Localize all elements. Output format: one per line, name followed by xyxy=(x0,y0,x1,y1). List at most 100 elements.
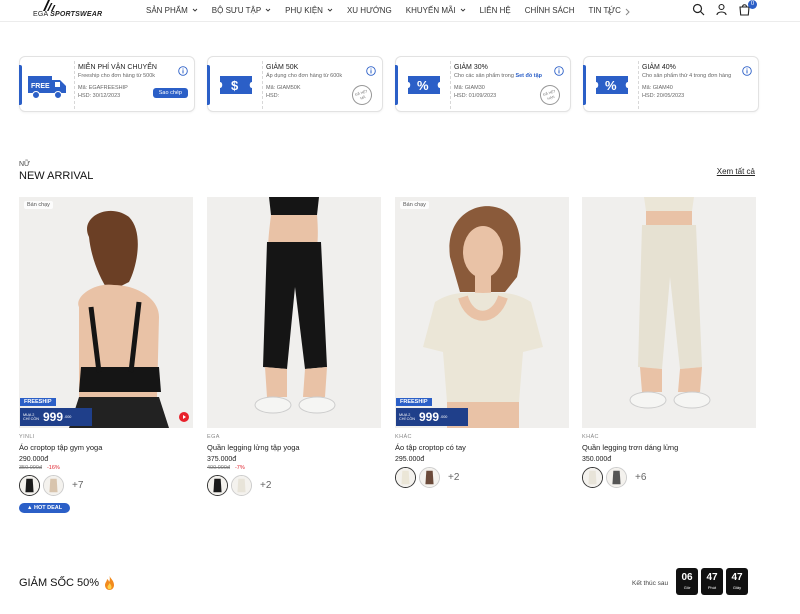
chevron-down-icon xyxy=(460,8,465,12)
product-price: 350.000đ xyxy=(582,456,612,463)
info-icon[interactable] xyxy=(178,63,188,76)
nav-item[interactable]: BỘ SƯU TẬP xyxy=(212,6,271,15)
timer-value: 06 xyxy=(681,572,693,583)
product-price: 375.000đ xyxy=(207,456,237,463)
see-all-link[interactable]: Xem tất cả xyxy=(717,167,755,176)
product-price: 290.000đ xyxy=(19,456,49,463)
timer-box: 47 Phút xyxy=(701,568,723,595)
product-name[interactable]: Áo croptop tập gym yoga xyxy=(19,443,193,452)
chevron-down-icon xyxy=(192,8,198,12)
coupon-card: FREE MIỄN PHÍ VẬN CHUYỂN Freeship cho đơn … xyxy=(19,56,195,112)
info-icon[interactable] xyxy=(366,63,376,76)
product-name[interactable]: Quần legging lửng tập yoga xyxy=(207,443,381,452)
user-icon[interactable] xyxy=(715,3,728,16)
coupon-desc: Áp dụng cho đơn hàng từ 600k xyxy=(266,73,378,79)
countdown-timer: 06 Giờ 47 Phút 47 Giây xyxy=(676,568,751,595)
product-card[interactable]: Bán chạy FREESHIP MUA 2 CHỈ CÒN 999.000 YINL… xyxy=(19,197,193,514)
more-colors-count[interactable]: +7 xyxy=(72,480,83,491)
promo-buy-label: MUA 2 CHỈ CÒN xyxy=(399,412,416,422)
product-card[interactable]: EGA Quần legging lửng tập yoga 375.000đ 400… xyxy=(207,197,381,496)
site-logo[interactable]: EGA SPORTSWEAR xyxy=(33,0,102,22)
more-colors-count[interactable]: +2 xyxy=(260,480,271,491)
color-swatch[interactable] xyxy=(419,467,440,488)
product-brand: EGA xyxy=(207,434,220,440)
promo-price-tail: .000 xyxy=(440,414,448,419)
coupon-code: Mã: GIAM40 xyxy=(642,85,673,91)
freeship-label: FREESHIP xyxy=(20,398,56,406)
section-title: NEW ARRIVAL xyxy=(19,170,94,182)
hot-deal-badge: ▲ HOT DEAL xyxy=(19,503,71,513)
promo-buy-label: MUA 2 CHỈ CÒN xyxy=(23,412,40,422)
nav-next-icon[interactable] xyxy=(622,4,632,16)
product-old-price: 400.000đ xyxy=(207,465,230,471)
product-image[interactable] xyxy=(207,197,381,428)
fire-icon xyxy=(105,576,115,590)
nav-item[interactable]: KHUYẾN MÃI xyxy=(406,6,466,15)
free-truck-icon: FREE xyxy=(26,63,70,107)
cart-count-badge: 0 xyxy=(748,0,757,9)
color-swatch[interactable] xyxy=(231,475,252,496)
promo-price-tail: .000 xyxy=(64,414,72,419)
nav-item-label: XU HƯỚNG xyxy=(346,5,392,15)
info-icon[interactable] xyxy=(554,63,564,76)
product-name[interactable]: Áo tập croptop có tay xyxy=(395,443,569,452)
color-swatch[interactable] xyxy=(582,467,603,488)
timer-value: 47 xyxy=(731,572,743,583)
product-old-price: 350.000đ xyxy=(19,465,42,471)
coupon-desc-text: Áp dụng cho đơn hàng từ 600k xyxy=(266,73,343,79)
color-swatch[interactable] xyxy=(43,475,64,496)
product-card[interactable]: Bán chạy FREESHIP MUA 2 CHỈ CÒN 999.000 KHÁC… xyxy=(395,197,569,488)
color-swatch[interactable] xyxy=(395,467,416,488)
more-colors-count[interactable]: +6 xyxy=(635,472,646,483)
coupon-title: GIẢM 30% xyxy=(454,64,488,71)
dollar-ticket-icon: $ xyxy=(214,63,258,107)
freeship-label: FREESHIP xyxy=(396,398,432,406)
product-old-price-row: 350.000đ -16% xyxy=(19,465,193,471)
coupon-desc-link[interactable]: Set đồ tập xyxy=(515,73,542,79)
nav-item[interactable]: PHỤ KIỆN xyxy=(285,6,333,15)
cart-icon[interactable]: 0 xyxy=(738,0,757,16)
play-video-icon[interactable] xyxy=(179,412,189,422)
flash-sale-title-text: GIẢM SỐC 50% xyxy=(19,577,100,589)
nav-item[interactable]: CHÍNH SÁCH xyxy=(525,6,575,15)
timer-box: 06 Giờ xyxy=(676,568,698,595)
color-swatches: +7 xyxy=(19,475,193,496)
nav-item[interactable]: XU HƯỚNG xyxy=(347,6,392,15)
product-image[interactable] xyxy=(582,197,756,428)
percent-ticket-icon: % xyxy=(590,63,634,107)
coupon-desc-text: Freeship cho đơn hàng từ 500k xyxy=(78,73,156,79)
promo-price: 999 xyxy=(43,410,64,424)
promo-price-box: MUA 2 CHỈ CÒN 999.000 xyxy=(20,408,92,426)
bestseller-badge: Bán chạy xyxy=(400,201,429,209)
product-image[interactable]: Bán chạy FREESHIP MUA 2 CHỈ CÒN 999.000 xyxy=(395,197,569,428)
coupon-title: GIẢM 50K xyxy=(266,64,299,71)
copy-code-button[interactable]: Sao chép xyxy=(152,88,188,98)
chevron-down-icon xyxy=(327,8,333,12)
color-swatch[interactable] xyxy=(606,467,627,488)
product-brand: YINLI xyxy=(19,434,35,440)
coupon-title: MIỄN PHÍ VẬN CHUYỂN xyxy=(78,64,157,71)
product-old-price-row: 400.000đ -7% xyxy=(207,465,381,471)
product-image[interactable]: Bán chạy FREESHIP MUA 2 CHỈ CÒN 999.000 xyxy=(19,197,193,428)
nav-item[interactable]: LIÊN HỆ xyxy=(480,6,511,15)
nav-item[interactable]: SẢN PHẨM xyxy=(146,6,198,15)
svg-text:$: $ xyxy=(231,78,239,93)
color-swatches: +2 xyxy=(207,475,381,496)
search-icon[interactable] xyxy=(692,3,705,16)
color-swatch[interactable] xyxy=(207,475,228,496)
product-brand: KHÁC xyxy=(395,434,412,440)
nav-prev-icon[interactable] xyxy=(605,4,615,16)
coupon-card: $ GIẢM 50K Áp dụng cho đơn hàng từ 600k Mã:… xyxy=(207,56,383,112)
coupon-desc: Freeship cho đơn hàng từ 500k xyxy=(78,73,190,79)
info-icon[interactable] xyxy=(742,63,752,76)
coupon-desc-text: Cho sản phẩm thứ 4 trong đơn hàng xyxy=(642,73,732,79)
more-colors-count[interactable]: +2 xyxy=(448,472,459,483)
coupon-separator xyxy=(262,61,263,109)
timer-unit: Giây xyxy=(732,585,742,590)
product-name[interactable]: Quần legging trơn dáng lửng xyxy=(582,443,756,452)
timer-box: 47 Giây xyxy=(726,568,748,595)
promo-price-tag: FREESHIP MUA 2 CHỈ CÒN 999.000 xyxy=(396,398,468,426)
color-swatch[interactable] xyxy=(19,475,40,496)
promo-price-tag: FREESHIP MUA 2 CHỈ CÒN 999.000 xyxy=(20,398,92,426)
product-card[interactable]: KHÁC Quần legging trơn dáng lửng 350.000đ +… xyxy=(582,197,756,488)
